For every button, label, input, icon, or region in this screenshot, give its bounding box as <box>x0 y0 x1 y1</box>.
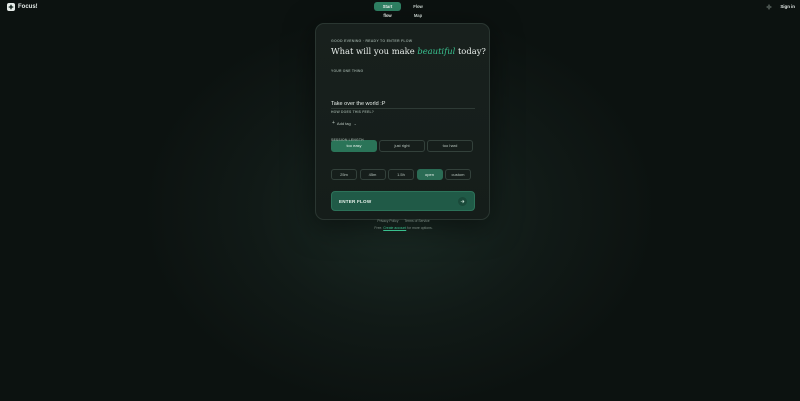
enter-flow-button[interactable]: ENTER FLOW <box>331 191 475 211</box>
length-1-5h[interactable]: 1.5h <box>388 169 414 180</box>
chevron-down-icon: ⌄ <box>353 121 357 126</box>
feel-just-right[interactable]: just right <box>379 140 425 152</box>
plus-icon: + <box>332 120 335 126</box>
title-post: today? <box>455 46 486 56</box>
feel-label: HOW DOES THIS FEEL? <box>331 110 374 114</box>
length-45m[interactable]: 45m <box>359 169 386 180</box>
main-nav: Start flow Flow Map <box>374 2 431 18</box>
sun-icon[interactable] <box>765 3 772 10</box>
nav-start-flow[interactable]: Start flow <box>374 2 401 18</box>
session-length-label: SESSION LENGTH <box>331 138 364 142</box>
length-custom[interactable]: custom <box>445 169 471 180</box>
title-pre: What will you make <box>331 46 418 56</box>
session-length-selector: 25m 45m 1.5h open custom <box>331 169 471 180</box>
privacy-link[interactable]: Privacy Policy <box>377 219 398 223</box>
add-tag-label: Add tag <box>336 121 351 126</box>
note-pre: Free. <box>374 226 384 230</box>
nav-flow-map[interactable]: Flow Map <box>405 2 431 18</box>
add-tag-button[interactable]: + Add tag ⌄ <box>332 120 357 127</box>
header-tools: Sign in <box>765 3 795 10</box>
title-accent: beautiful <box>417 46 456 56</box>
arrow-right-icon <box>458 196 467 206</box>
brand-name: Focus! <box>18 4 38 10</box>
flow-card: GOOD EVENING · READY TO ENTER FLOW What … <box>315 23 491 230</box>
greeting-eyebrow: GOOD EVENING · READY TO ENTER FLOW <box>331 39 413 43</box>
enter-flow-label: ENTER FLOW <box>339 198 372 204</box>
sign-in-link[interactable]: Sign in <box>780 4 795 9</box>
create-account-link[interactable]: Create account <box>383 226 406 230</box>
brand-logo[interactable]: Focus! <box>7 3 38 11</box>
one-thing-label: YOUR ONE THING <box>331 69 364 73</box>
terms-link[interactable]: Terms of Service <box>404 219 429 223</box>
footer-links: Privacy Policy Terms of Service <box>316 219 491 223</box>
top-bar: Focus! Start flow Flow Map Sign in <box>0 0 800 18</box>
length-25m[interactable]: 25m <box>331 169 357 180</box>
flower-icon <box>7 3 15 11</box>
task-input[interactable] <box>331 99 475 109</box>
feel-too-hard[interactable]: too hard <box>427 140 473 152</box>
length-open[interactable]: open <box>416 169 443 180</box>
page-title: What will you make beautiful today? <box>331 46 486 56</box>
footer-note: Free. Create account for more options. <box>316 226 491 230</box>
note-post: for more options. <box>406 226 433 230</box>
